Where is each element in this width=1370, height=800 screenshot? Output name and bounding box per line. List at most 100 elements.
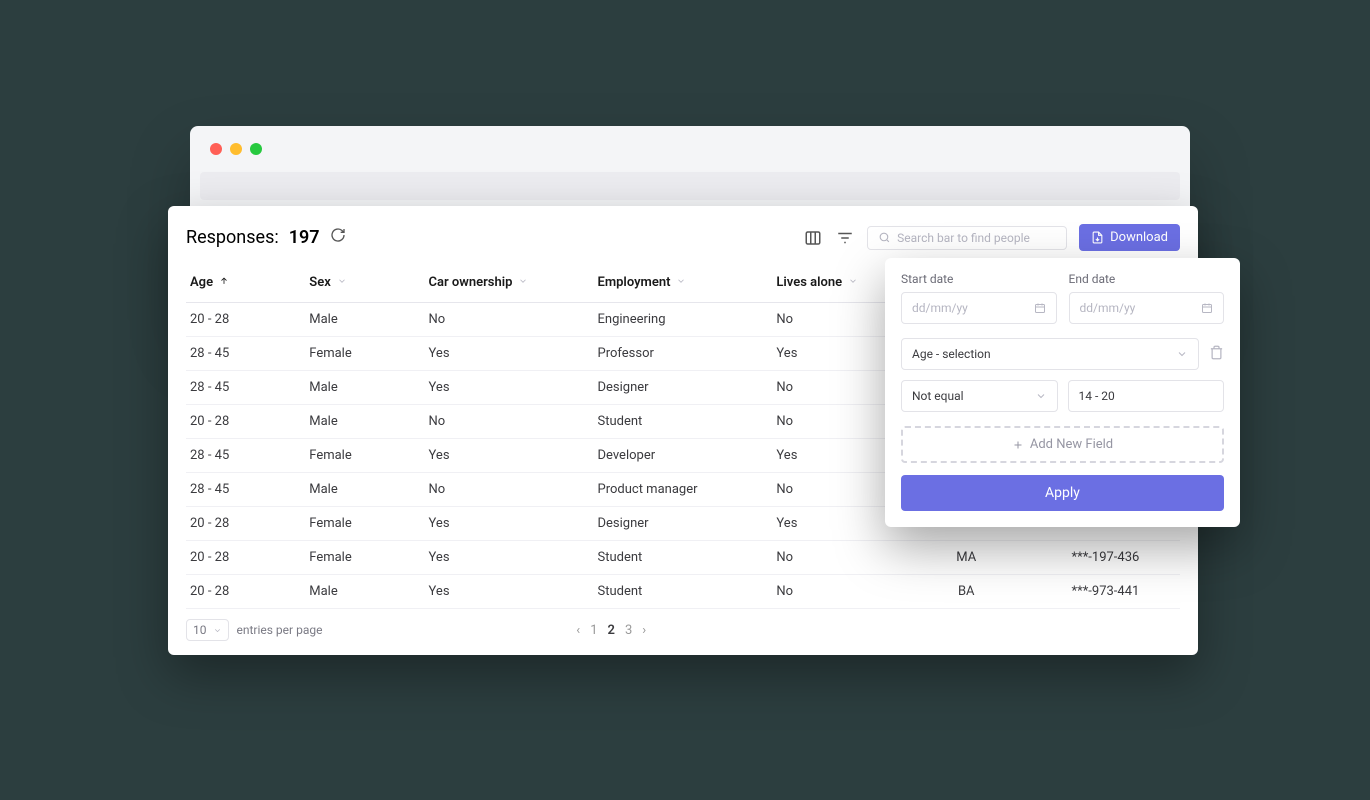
address-bar[interactable] [200,172,1180,200]
cell-car: No [425,405,594,439]
col-age[interactable]: Age [186,265,305,303]
table-footer: 10 entries per page ‹ 1 2 3 › [186,619,1180,641]
traffic-lights [210,143,262,155]
cell-car: Yes [425,439,594,473]
cell-employment: Developer [594,439,773,473]
chevron-down-icon [337,276,347,286]
page-prev[interactable]: ‹ [576,623,580,638]
cell-age: 20 - 28 [186,575,305,609]
cell-car: Yes [425,507,594,541]
cell-sex: Male [305,371,424,405]
cell-age: 28 - 45 [186,439,305,473]
cell-sex: Female [305,439,424,473]
cell-sex: Female [305,541,424,575]
responses-count: Responses: 197 [186,227,346,248]
filter-panel: Start date dd/mm/yy End date dd/mm/yy Ag… [885,258,1240,527]
page-2[interactable]: 2 [608,623,615,638]
filter-value-input[interactable]: 14 - 20 [1068,380,1225,412]
cell-lives-alone: Yes [772,337,901,371]
col-employment[interactable]: Employment [594,265,773,303]
cell-age: 28 - 45 [186,337,305,371]
search-placeholder: Search bar to find people [897,231,1030,245]
cell-lives-alone: No [772,303,901,337]
filter-field-select[interactable]: Age - selection [901,338,1199,370]
cell-employment: Student [594,405,773,439]
cell-car: Yes [425,541,594,575]
cell-car: No [425,303,594,337]
filter-icon[interactable] [835,228,855,248]
table-row[interactable]: 20 - 28FemaleYesStudentNoMA***-197-436 [186,541,1180,575]
download-icon [1091,231,1104,244]
filter-operator-select[interactable]: Not equal [901,380,1058,412]
cell-phone: ***-197-436 [1031,541,1180,575]
end-date-label: End date [1069,272,1225,286]
cell-lives-alone: No [772,405,901,439]
cell-lives-alone: No [772,575,901,609]
browser-chrome [190,126,1190,172]
maximize-window-icon[interactable] [250,143,262,155]
chevron-down-icon [848,276,858,286]
cell-age: 28 - 45 [186,473,305,507]
cell-lives-alone: No [772,473,901,507]
columns-icon[interactable] [803,228,823,248]
cell-lives-alone: Yes [772,507,901,541]
download-button[interactable]: Download [1079,224,1180,251]
table-row[interactable]: 20 - 28MaleYesStudentNoBA***-973-441 [186,575,1180,609]
cell-employment: Engineering [594,303,773,337]
search-icon [878,231,891,244]
cell-sex: Male [305,575,424,609]
cell-phone: ***-973-441 [1031,575,1180,609]
cell-sex: Male [305,473,424,507]
entries-per-page-select[interactable]: 10 [186,619,229,641]
delete-filter-icon[interactable] [1209,345,1224,364]
cell-car: Yes [425,371,594,405]
calendar-icon [1034,302,1046,314]
chevron-down-icon [213,626,222,635]
chevron-down-icon [1035,390,1047,402]
responses-value: 197 [289,227,320,248]
cell-car: Yes [425,575,594,609]
cell-lives-alone: Yes [772,439,901,473]
page-next[interactable]: › [642,623,646,638]
sort-asc-icon [219,276,229,286]
chevron-down-icon [518,276,528,286]
cell-age: 20 - 28 [186,507,305,541]
col-lives-alone[interactable]: Lives alone [772,265,901,303]
cell-employment: Designer [594,507,773,541]
cell-sex: Female [305,337,424,371]
start-date-label: Start date [901,272,1057,286]
cell-employment: Student [594,541,773,575]
cell-degree: MA [902,541,1031,575]
page-3[interactable]: 3 [625,623,632,638]
toolbar: Responses: 197 Search bar to find people… [186,224,1180,251]
plus-icon [1012,439,1024,451]
cell-lives-alone: No [772,371,901,405]
page-1[interactable]: 1 [590,623,597,638]
cell-lives-alone: No [772,541,901,575]
cell-car: No [425,473,594,507]
close-window-icon[interactable] [210,143,222,155]
cell-age: 20 - 28 [186,405,305,439]
start-date-input[interactable]: dd/mm/yy [901,292,1057,324]
cell-employment: Professor [594,337,773,371]
download-label: Download [1110,230,1168,245]
chevron-down-icon [1176,348,1188,360]
pagination: ‹ 1 2 3 › [576,623,646,638]
cell-sex: Male [305,303,424,337]
cell-age: 28 - 45 [186,371,305,405]
responses-label: Responses: [186,227,279,248]
end-date-input[interactable]: dd/mm/yy [1069,292,1225,324]
chevron-down-icon [676,276,686,286]
col-car[interactable]: Car ownership [425,265,594,303]
entries-label: entries per page [237,623,323,637]
minimize-window-icon[interactable] [230,143,242,155]
apply-button[interactable]: Apply [901,475,1224,511]
refresh-icon[interactable] [330,227,346,248]
search-input[interactable]: Search bar to find people [867,226,1067,250]
cell-car: Yes [425,337,594,371]
cell-employment: Student [594,575,773,609]
col-sex[interactable]: Sex [305,265,424,303]
cell-degree: BA [902,575,1031,609]
add-field-button[interactable]: Add New Field [901,426,1224,463]
cell-sex: Female [305,507,424,541]
